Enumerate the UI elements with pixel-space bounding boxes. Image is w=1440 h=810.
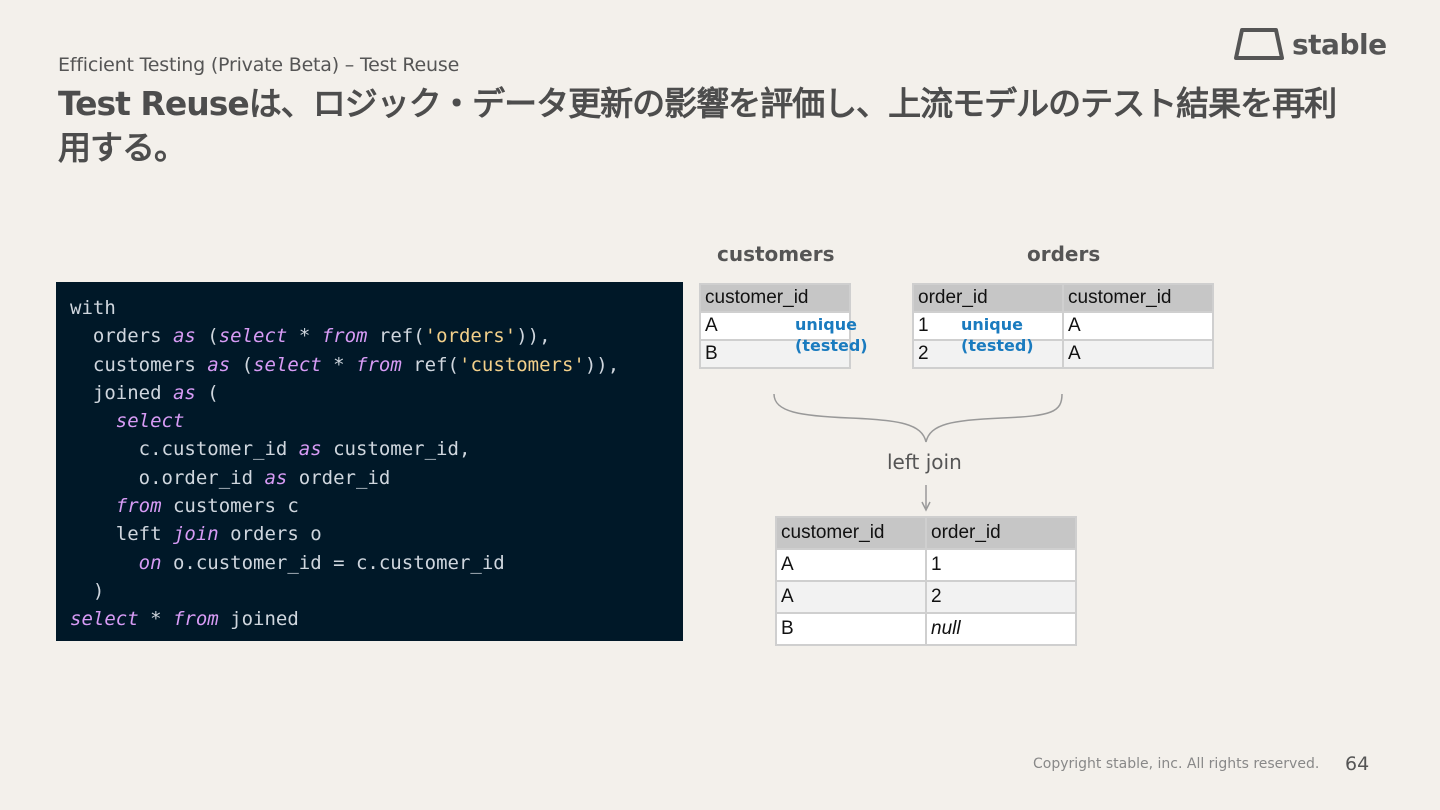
table-cell: B (775, 612, 927, 646)
null-value-cell: null (925, 612, 1077, 646)
table-cell: A (775, 580, 927, 614)
join-brace (773, 393, 1063, 443)
table-cell: 1 (925, 548, 1077, 582)
page-number: 64 (1345, 753, 1370, 775)
result-header-order-id: order_id (925, 516, 1077, 550)
table-cell: A (775, 548, 927, 582)
result-header-customer-id: customer_id (775, 516, 927, 550)
table-cell: 2 (925, 580, 1077, 614)
joined-result-table: customer_id order_id A 1 A 2 B null (775, 516, 1077, 646)
copyright-text: Copyright stable, inc. All rights reserv… (1033, 756, 1320, 772)
join-connector (773, 393, 1063, 512)
left-join-label: left join (887, 450, 962, 474)
